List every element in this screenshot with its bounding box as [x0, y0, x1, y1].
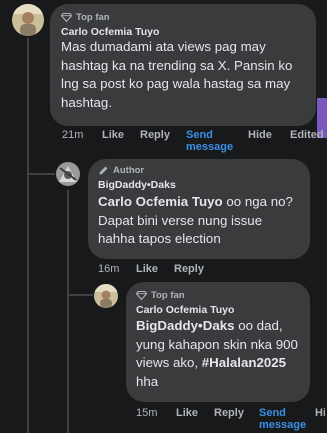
comment-time[interactable]: 21m [62, 129, 102, 141]
mention-tag[interactable]: Carlo Ocfemia Tuyo [98, 194, 223, 209]
hide-button[interactable]: Hi [315, 407, 325, 419]
top-fan-badge: Top fan [136, 290, 300, 301]
comment-bubble-3: Top fan Carlo Ocfemia Tuyo BigDaddy•Daks… [126, 282, 310, 402]
diamond-icon [61, 13, 72, 22]
thread-line-main [27, 38, 29, 433]
badge-label: Top fan [76, 12, 110, 23]
send-message-button[interactable]: Send message [186, 129, 248, 153]
thread-line-nested [67, 190, 69, 433]
comment-author-name[interactable]: Carlo Ocfemia Tuyo [61, 26, 305, 38]
comment-body-end: hha [136, 373, 159, 389]
comment-bubble-1: Top fan Carlo Ocfemia Tuyo Mas dumadami … [50, 4, 316, 126]
comment-actions-2: 16m Like Reply [98, 263, 204, 275]
reply-button[interactable]: Reply [214, 407, 259, 419]
comment-text: Mas dumadami ata views pag may hashtag k… [61, 39, 293, 110]
reply-button[interactable]: Reply [174, 263, 204, 275]
comment-actions-1: 21m Like Reply Send message Hide Edited [62, 129, 327, 153]
mention-tag[interactable]: BigDaddy•Daks [136, 318, 235, 333]
comment-time[interactable]: 16m [98, 263, 136, 275]
comment-text: Carlo Ocfemia Tuyo oo nga no? Dapat bini… [98, 193, 300, 249]
badge-label: Author [113, 165, 145, 176]
comment-text: BigDaddy•Daks oo dad, yung kahapon skin … [136, 317, 300, 391]
top-fan-badge: Top fan [61, 12, 305, 23]
comment-bubble-2: Author BigDaddy•Daks Carlo Ocfemia Tuyo … [88, 159, 310, 259]
send-message-button[interactable]: Send message [259, 407, 315, 431]
diamond-icon [136, 291, 147, 300]
reply-button[interactable]: Reply [140, 129, 186, 141]
like-button[interactable]: Like [176, 407, 214, 419]
like-button[interactable]: Like [102, 129, 140, 141]
edited-label: Edited [290, 129, 324, 141]
comment-actions-3: 15m Like Reply Send message Hi [136, 407, 327, 431]
author-badge: Author [98, 165, 300, 176]
comment-author-name[interactable]: Carlo Ocfemia Tuyo [136, 304, 300, 316]
hide-button[interactable]: Hide [248, 129, 290, 141]
thread-line-branch-1 [29, 173, 55, 175]
avatar-carlo-1[interactable] [12, 4, 44, 36]
hashtag-link[interactable]: #Halalan2025 [202, 355, 286, 370]
comment-author-name[interactable]: BigDaddy•Daks [98, 179, 300, 191]
thread-line-branch-2 [69, 294, 93, 296]
comment-time[interactable]: 15m [136, 407, 176, 419]
comment-thread: Top fan Carlo Ocfemia Tuyo Mas dumadami … [0, 0, 327, 433]
avatar-bigdaddy[interactable] [56, 162, 80, 186]
avatar-carlo-2[interactable] [94, 284, 118, 308]
badge-label: Top fan [151, 290, 185, 301]
pencil-icon [99, 166, 108, 175]
like-button[interactable]: Like [136, 263, 174, 275]
